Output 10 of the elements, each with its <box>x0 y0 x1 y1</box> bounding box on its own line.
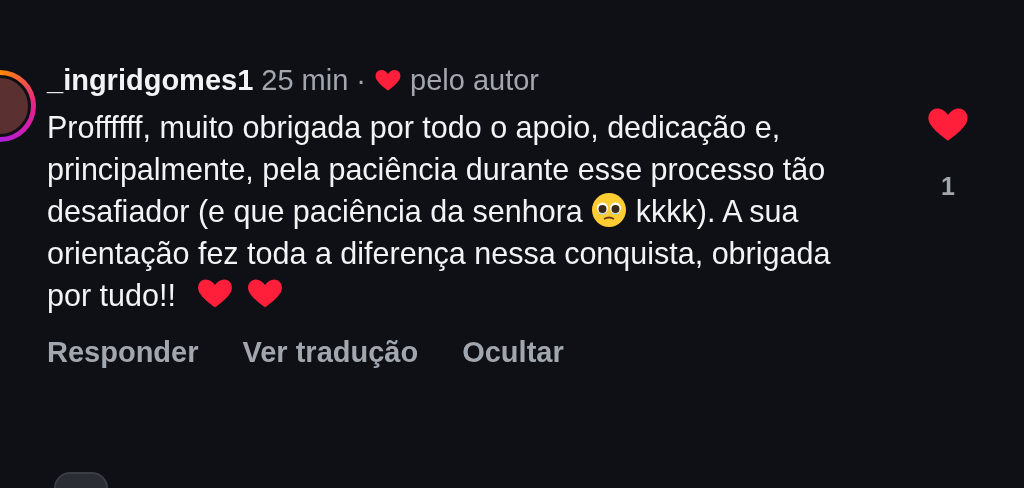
teary-face-emoji-icon <box>591 192 628 228</box>
like-count: 1 <box>941 172 955 201</box>
action-link[interactable]: Responder <box>47 336 199 369</box>
action-link[interactable]: Ver tradução <box>242 336 419 369</box>
timestamp: 25 min <box>261 63 349 97</box>
username[interactable]: _ingridgomes1 <box>47 63 254 97</box>
separator-dot: · <box>356 63 366 97</box>
action-link[interactable]: Ocultar <box>462 336 564 369</box>
liked-by-author-label: pelo autor <box>410 63 539 97</box>
comment-text: Proffffff, muito obrigada por todo o apoio, dedicação e, principalmente, pela paciência durante esse processo tão desafiador (e que paciência da senhora kkkk). A sua orientação fez toda a diferença nessa conquista, obrigada por tudo!! <box>47 109 832 315</box>
